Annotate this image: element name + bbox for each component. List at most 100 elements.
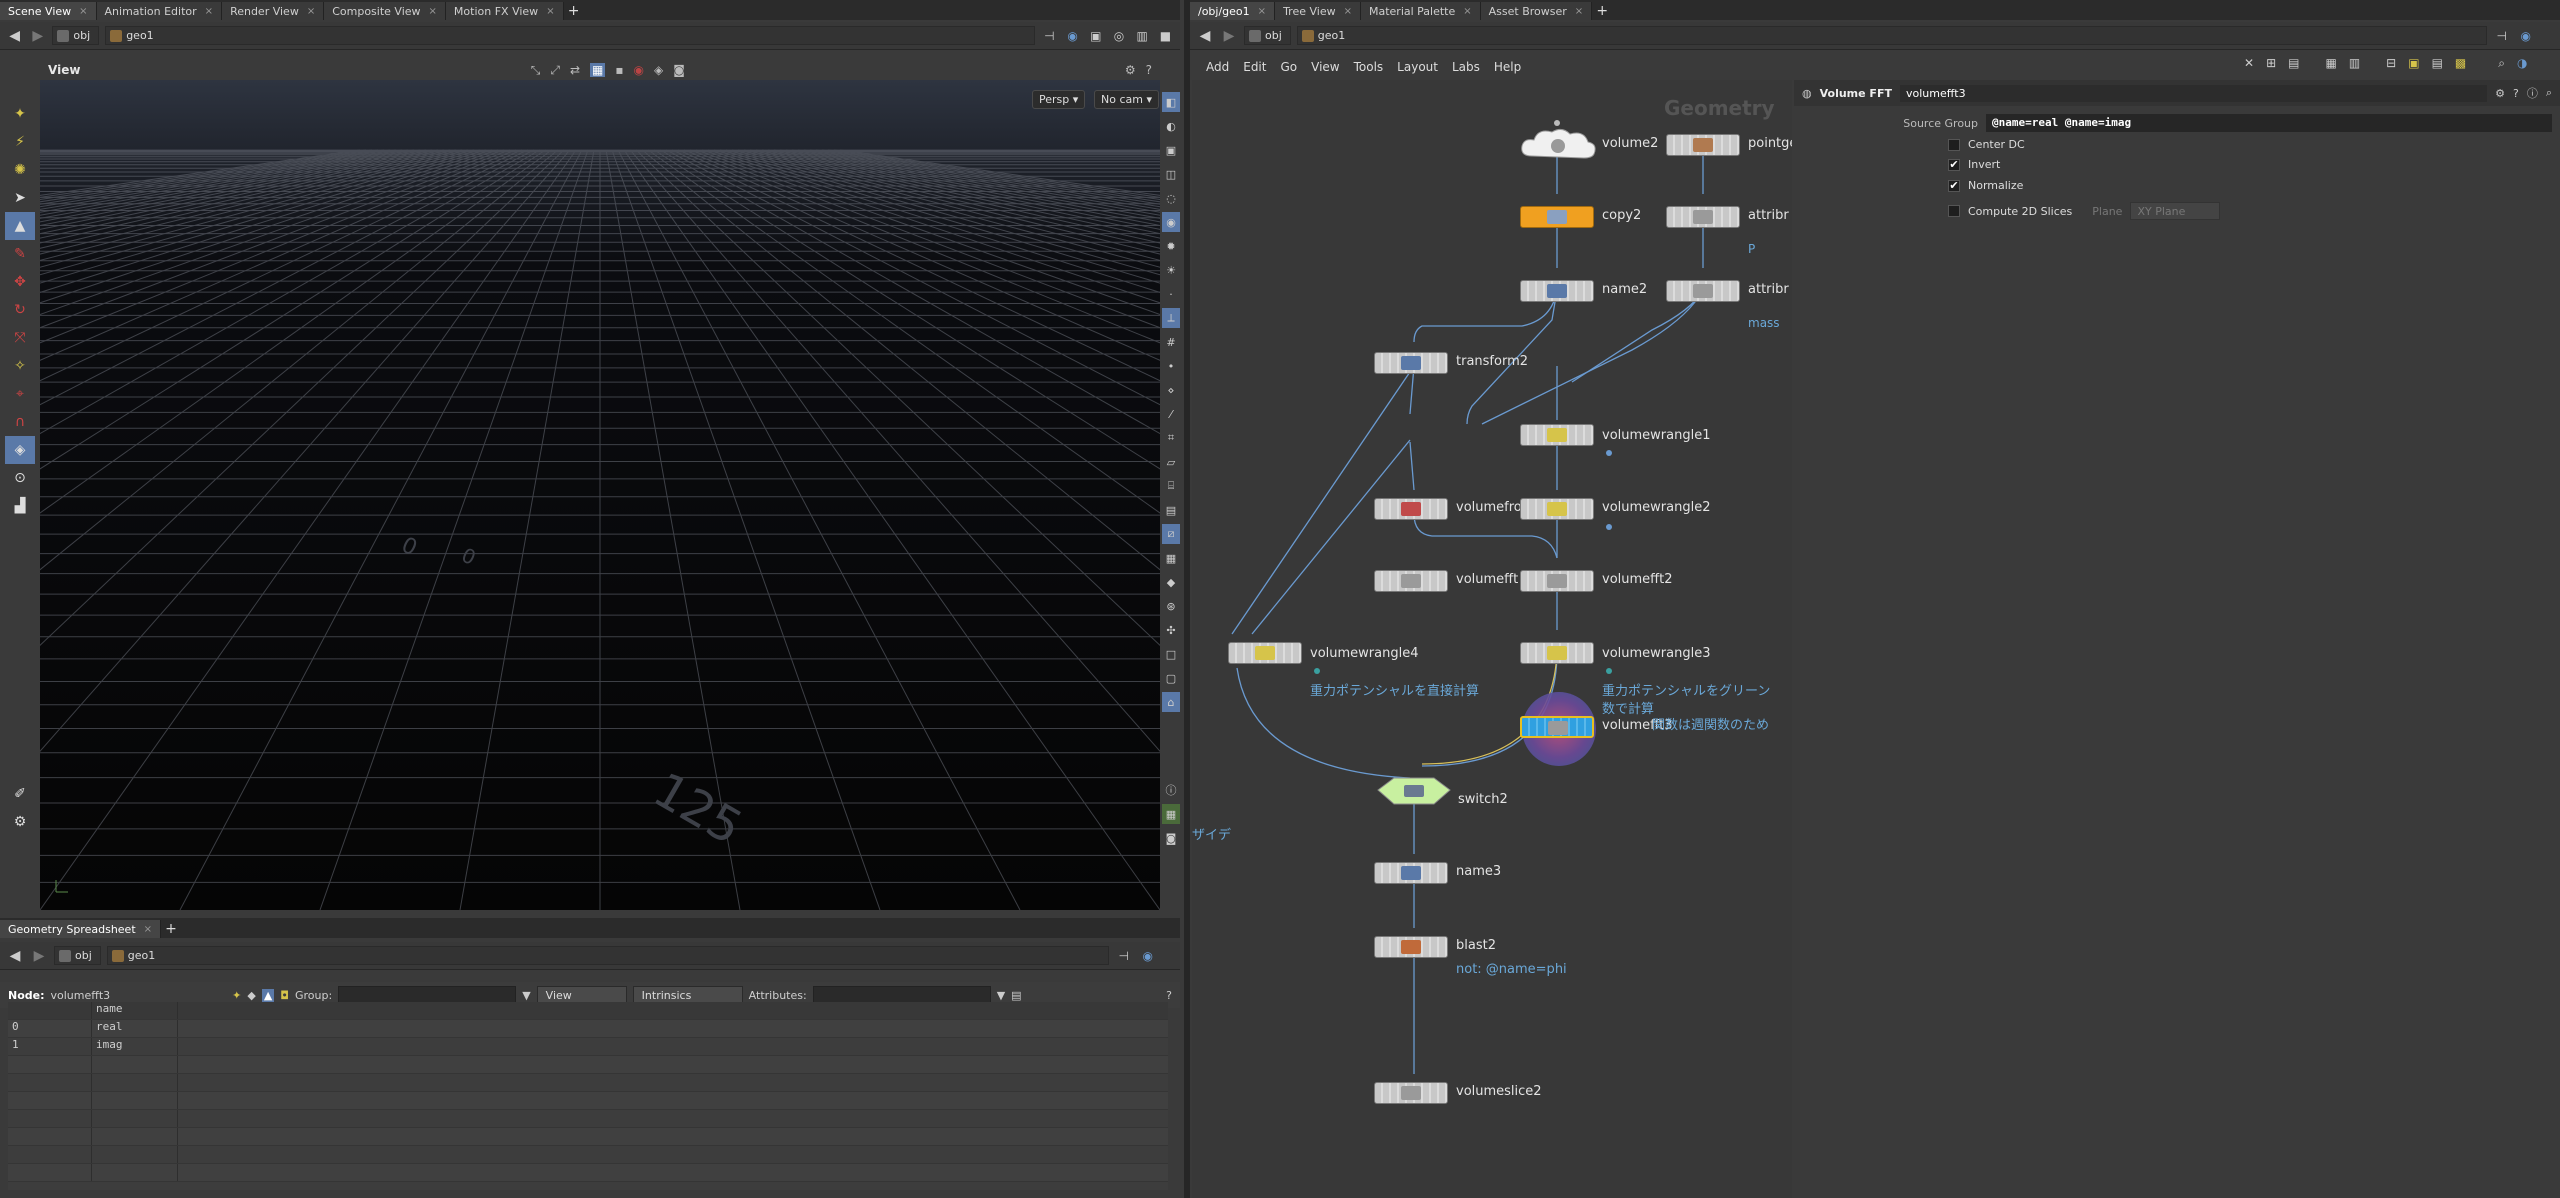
volumefft2-node-body[interactable] <box>1520 570 1594 592</box>
lock-view-icon[interactable]: ⌂ <box>1162 692 1180 712</box>
note-icon[interactable]: ▣ <box>2408 56 2419 71</box>
diamond-icon[interactable]: ◆ <box>1162 572 1180 592</box>
volume2-node-body[interactable] <box>1518 126 1598 162</box>
forward-arrow-icon[interactable]: ▶ <box>29 27 46 45</box>
columns-icon[interactable]: ▤ <box>1011 989 1021 1002</box>
tab-render-view[interactable]: Render View × <box>222 2 325 20</box>
zoom-icon[interactable]: ◑ <box>2517 56 2527 71</box>
add-tab-button[interactable]: + <box>161 920 181 938</box>
pointge-node-body[interactable] <box>1666 134 1740 156</box>
search-icon[interactable]: ⌕ <box>2546 86 2552 100</box>
tree-icon[interactable]: ⊞ <box>2266 56 2276 71</box>
tab-tree-view[interactable]: Tree View × <box>1275 2 1361 20</box>
back-arrow-icon[interactable]: ◀ <box>6 947 24 965</box>
paint-icon[interactable]: ✎ <box>5 240 35 268</box>
select-arrow-icon[interactable]: ➤ <box>5 184 35 212</box>
face-icon[interactable]: ▱ <box>1162 452 1180 472</box>
tab-network-geo1[interactable]: /obj/geo1 × <box>1190 2 1276 20</box>
flipbook-icon[interactable]: ◈ <box>654 63 663 77</box>
back-arrow-icon[interactable]: ◀ <box>6 27 23 45</box>
point-numbers-icon[interactable]: • <box>1162 356 1180 376</box>
view-tool-icon[interactable]: ⊙ <box>5 464 35 492</box>
search-icon[interactable]: ⌕ <box>2498 56 2505 71</box>
tab-geometry-spreadsheet[interactable]: Geometry Spreadsheet × <box>0 920 162 938</box>
uv-icon[interactable]: ⌗ <box>1162 428 1180 448</box>
visibility-icon[interactable]: ◉ <box>1162 212 1180 232</box>
pin-tool-icon[interactable]: ▟ <box>5 492 35 520</box>
close-icon[interactable]: × <box>1344 6 1352 17</box>
close-icon[interactable]: × <box>429 6 437 17</box>
close-icon[interactable]: × <box>205 6 213 17</box>
tab-motion-fx-view[interactable]: Motion FX View × <box>445 2 564 20</box>
maximize-icon[interactable]: ■ <box>1157 27 1174 45</box>
columns-icon[interactable]: ▥ <box>2349 56 2360 71</box>
handle-icon[interactable]: ⌖ <box>5 380 35 408</box>
input-dot[interactable] <box>1554 120 1560 126</box>
template-icon[interactable]: ▤ <box>1162 500 1180 520</box>
lock-camera-icon[interactable]: ▣ <box>1162 140 1180 160</box>
attribute-node-body[interactable] <box>1666 280 1740 302</box>
menu-view[interactable]: View <box>1311 60 1339 74</box>
rotate-icon[interactable]: ↻ <box>5 296 35 324</box>
source-group-field[interactable]: @name=real @name=imag <box>1986 114 2552 132</box>
info-icon[interactable]: ⓘ <box>1162 780 1180 800</box>
close-icon[interactable]: × <box>307 6 315 17</box>
breadcrumb-geo[interactable]: geo1 <box>105 26 1035 45</box>
center-dc-checkbox[interactable] <box>1948 138 1960 151</box>
light-display-icon[interactable]: ☀ <box>1162 260 1180 280</box>
primitive-numbers-icon[interactable]: # <box>1162 332 1180 352</box>
render-region-icon[interactable]: ▢ <box>1162 668 1180 688</box>
breadcrumb-obj[interactable]: obj <box>52 26 100 45</box>
help-icon[interactable]: ? <box>2513 87 2519 100</box>
camera-icon[interactable]: ◎ <box>1110 27 1127 45</box>
name2-node-body[interactable] <box>1520 280 1594 302</box>
pin-icon[interactable]: ⊣ <box>1115 947 1133 965</box>
filter-icon[interactable]: ▼ <box>522 989 530 1002</box>
link-icon[interactable]: ◉ <box>2517 27 2535 45</box>
invert-checkbox[interactable]: ✔ <box>1948 158 1960 171</box>
lock-icon[interactable]: ▲ <box>5 212 35 240</box>
square-icon[interactable]: ▪ <box>615 63 623 77</box>
volumefft-node-body[interactable] <box>1374 570 1448 592</box>
close-icon[interactable]: × <box>1258 6 1266 17</box>
menu-add[interactable]: Add <box>1206 60 1229 74</box>
light-bulb-icon[interactable]: ✹ <box>1162 236 1180 256</box>
volumefft3-node-body[interactable] <box>1520 716 1594 738</box>
transform2-node-body[interactable] <box>1374 352 1448 374</box>
magnet-icon[interactable]: ∩ <box>5 408 35 436</box>
node-name-field[interactable]: volumefft3 <box>1899 84 2488 102</box>
back-arrow-icon[interactable]: ◀ <box>1196 27 1214 45</box>
camera-menu-button[interactable]: No cam ▾ <box>1094 90 1159 109</box>
menu-labs[interactable]: Labs <box>1452 60 1480 74</box>
spiral-icon[interactable]: ⊛ <box>1162 596 1180 616</box>
link-icon[interactable]: ◉ <box>1139 947 1157 965</box>
layout-icon[interactable]: ▦ <box>1162 804 1180 824</box>
record-icon[interactable]: ◉ <box>633 63 643 77</box>
close-icon[interactable]: × <box>79 6 87 17</box>
close-icon[interactable]: × <box>546 6 554 17</box>
light-tool-icon[interactable]: ✺ <box>5 156 35 184</box>
grid-display-icon[interactable]: ▦ <box>1162 548 1180 568</box>
guide-icon[interactable]: ⌸ <box>1162 476 1180 496</box>
add-tab-button[interactable]: + <box>1592 2 1612 20</box>
volumewrangle1-node-body[interactable] <box>1520 424 1594 446</box>
layout-node-icon[interactable]: ⊟ <box>2386 56 2396 71</box>
breadcrumb-geo[interactable]: geo1 <box>1296 26 2487 45</box>
grid-toggle-icon[interactable]: ▦ <box>590 63 606 77</box>
edge-icon[interactable]: ⁄ <box>1162 404 1180 424</box>
menu-tools[interactable]: Tools <box>1354 60 1384 74</box>
column-header[interactable]: name <box>92 1002 178 1019</box>
close-icon[interactable]: × <box>144 924 152 935</box>
add-tab-button[interactable]: + <box>564 2 584 20</box>
primitives-icon[interactable]: ▲ <box>261 988 275 1002</box>
selection-box-icon[interactable]: □ <box>1162 644 1180 664</box>
switch2-node-body[interactable] <box>1372 776 1456 808</box>
snap-tool-icon[interactable]: ◈ <box>5 436 35 464</box>
grid-view-icon[interactable]: ▦ <box>2325 56 2336 71</box>
tab-scene-view[interactable]: Scene View × <box>0 2 97 20</box>
help-icon[interactable]: ? <box>1146 63 1152 77</box>
ghost-icon[interactable]: ◌ <box>1162 188 1180 208</box>
table-row[interactable]: 1 imag <box>8 1038 1168 1056</box>
points-icon[interactable]: ✦ <box>232 989 241 1002</box>
name3-node-body[interactable] <box>1374 862 1448 884</box>
